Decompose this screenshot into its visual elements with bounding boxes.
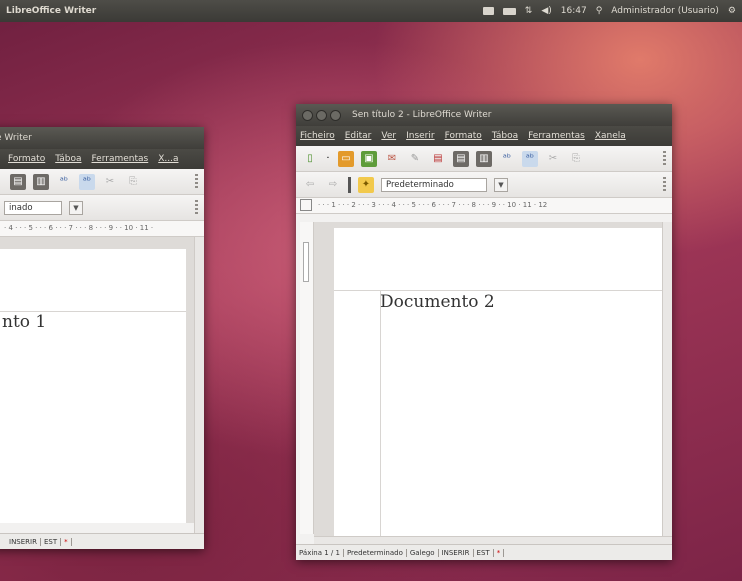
vertical-scrollbar[interactable] bbox=[662, 222, 672, 536]
horizontal-ruler: · · · 1 · · · 2 · · · 3 · · · 4 · · · 5 … bbox=[296, 198, 672, 214]
standard-toolbar: ▯ · ▭ ▣ ✉ ✎ ▤ ▤ ▥ ᵃᵇ ᵃᵇ ✂ ⎘ bbox=[296, 146, 672, 172]
menu-formato[interactable]: Formato bbox=[8, 154, 45, 164]
status-modified[interactable]: * bbox=[494, 548, 505, 557]
spellcheck-icon[interactable]: ᵃᵇ bbox=[499, 151, 515, 167]
text-boundary-top bbox=[334, 290, 662, 291]
toolbar-grip[interactable] bbox=[663, 150, 666, 167]
status-insert-mode[interactable]: INSERIR bbox=[439, 548, 474, 557]
status-selection-mode[interactable]: EST bbox=[474, 548, 494, 557]
copy-icon[interactable]: ⎘ bbox=[125, 174, 141, 190]
document-text[interactable]: nto 1 bbox=[2, 312, 46, 332]
ruler-corner-icon[interactable] bbox=[300, 199, 312, 211]
autospell-icon[interactable]: ᵃᵇ bbox=[79, 173, 95, 190]
new-dropdown-icon[interactable]: · bbox=[325, 151, 331, 167]
document-text[interactable]: Documento 2 bbox=[380, 292, 495, 312]
clock[interactable]: 16:47 bbox=[561, 6, 587, 16]
menubar: Ficheiro Editar Ver Inserir Formato Tábo… bbox=[296, 126, 672, 146]
status-selection-mode[interactable]: EST bbox=[41, 537, 62, 546]
power-icon[interactable]: ⚙ bbox=[728, 6, 736, 16]
edit-file-icon[interactable]: ✎ bbox=[407, 151, 423, 167]
menu-xanela[interactable]: X...a bbox=[158, 154, 178, 164]
vertical-ruler bbox=[300, 222, 314, 534]
user-icon[interactable]: ⚲ bbox=[596, 6, 603, 16]
menubar: Formato Táboa Ferramentas X...a bbox=[0, 149, 204, 169]
active-app-name: LibreOffice Writer bbox=[6, 6, 97, 16]
export-pdf-icon[interactable]: ▤ bbox=[430, 151, 446, 167]
copy-icon[interactable]: ⎘ bbox=[568, 151, 584, 167]
standard-toolbar: ▤ ▥ ᵃᵇ ᵃᵇ ✂ ⎘ bbox=[0, 169, 204, 195]
print-icon[interactable]: ▤ bbox=[453, 150, 469, 167]
document-page[interactable]: Documento 2 bbox=[334, 228, 662, 536]
cut-icon[interactable]: ✂ bbox=[545, 151, 561, 167]
user-name[interactable]: Administrador (Usuario) bbox=[611, 6, 719, 16]
formatting-toolbar: ⇦ ⇨ ✦ Predeterminado ▼ bbox=[296, 172, 672, 198]
text-boundary-left bbox=[380, 290, 381, 536]
spellcheck-icon[interactable]: ᵃᵇ bbox=[56, 174, 72, 190]
window-titlebar[interactable]: e Writer bbox=[0, 127, 204, 149]
horizontal-ruler: · 4 · · · 5 · · · 6 · · · 7 · · · 8 · · … bbox=[0, 221, 204, 237]
window-titlebar[interactable]: Sen título 2 - LibreOffice Writer bbox=[296, 104, 672, 126]
menu-formato[interactable]: Formato bbox=[445, 131, 482, 141]
window-title: e Writer bbox=[0, 133, 32, 143]
status-page-style[interactable]: Predeterminado bbox=[344, 548, 407, 557]
print-preview-icon[interactable]: ▥ bbox=[33, 173, 49, 190]
toolbar-grip[interactable] bbox=[663, 176, 666, 193]
autospell-icon[interactable]: ᵃᵇ bbox=[522, 150, 538, 167]
menu-inserir[interactable]: Inserir bbox=[406, 131, 435, 141]
paragraph-style-box[interactable]: inado bbox=[4, 200, 62, 215]
formatting-toolbar: inado ▼ bbox=[0, 195, 204, 221]
new-document-icon[interactable]: ▯ bbox=[302, 151, 318, 167]
vertical-ruler-marker bbox=[303, 242, 309, 282]
menu-taboa[interactable]: Táboa bbox=[492, 131, 518, 141]
menu-editar[interactable]: Editar bbox=[345, 131, 372, 141]
menu-ver[interactable]: Ver bbox=[381, 131, 396, 141]
volume-icon[interactable]: ◀) bbox=[541, 6, 551, 16]
writer-window-right: Sen título 2 - LibreOffice Writer Fichei… bbox=[296, 104, 672, 560]
writer-window-left: e Writer Formato Táboa Ferramentas X...a… bbox=[0, 127, 204, 549]
mail-icon[interactable] bbox=[482, 7, 494, 15]
menu-taboa[interactable]: Táboa bbox=[55, 154, 81, 164]
ruler-ticks: · 4 · · · 5 · · · 6 · · · 7 · · · 8 · · … bbox=[4, 224, 154, 232]
menu-ferramentas[interactable]: Ferramentas bbox=[92, 154, 149, 164]
style-dropdown-button[interactable]: ▼ bbox=[69, 200, 83, 215]
menu-ficheiro[interactable]: Ficheiro bbox=[300, 131, 335, 141]
toolbar-grip[interactable] bbox=[348, 176, 351, 193]
vertical-scrollbar[interactable] bbox=[194, 237, 204, 533]
back-arrow-icon[interactable]: ⇦ bbox=[302, 177, 318, 193]
email-icon[interactable]: ✉ bbox=[384, 151, 400, 167]
toolbar-grip[interactable] bbox=[195, 199, 198, 216]
maximize-window-icon[interactable] bbox=[330, 109, 341, 121]
status-modified[interactable]: * bbox=[61, 537, 72, 546]
cut-icon[interactable]: ✂ bbox=[102, 174, 118, 190]
save-icon[interactable]: ▣ bbox=[361, 150, 377, 167]
status-bar: INSERIR EST * bbox=[0, 533, 204, 549]
document-page[interactable]: nto 1 bbox=[0, 249, 186, 523]
open-folder-icon[interactable]: ▭ bbox=[338, 150, 354, 167]
top-panel: LibreOffice Writer ⇅ ◀) 16:47 ⚲ Administ… bbox=[0, 0, 742, 22]
window-title: Sen título 2 - LibreOffice Writer bbox=[352, 110, 492, 120]
document-area[interactable]: nto 1 bbox=[0, 237, 194, 523]
status-insert-mode[interactable]: INSERIR bbox=[6, 537, 41, 546]
status-page[interactable]: Páxina 1 / 1 bbox=[296, 548, 344, 557]
status-bar: Páxina 1 / 1 Predeterminado Galego INSER… bbox=[296, 544, 672, 560]
horizontal-scrollbar[interactable] bbox=[314, 536, 672, 544]
minimize-window-icon[interactable] bbox=[316, 109, 327, 121]
print-preview-icon[interactable]: ▥ bbox=[476, 150, 492, 167]
menu-ferramentas[interactable]: Ferramentas bbox=[528, 131, 585, 141]
document-area[interactable]: Documento 2 bbox=[314, 222, 662, 536]
styles-formatting-icon[interactable]: ✦ bbox=[358, 176, 374, 193]
menu-xanela[interactable]: Xanela bbox=[595, 131, 626, 141]
network-icon[interactable]: ⇅ bbox=[525, 6, 533, 16]
close-window-icon[interactable] bbox=[302, 109, 313, 121]
indicator-area: ⇅ ◀) 16:47 ⚲ Administrador (Usuario) ⚙ bbox=[482, 6, 736, 16]
ruler-ticks: · · · 1 · · · 2 · · · 3 · · · 4 · · · 5 … bbox=[318, 201, 548, 209]
forward-arrow-icon[interactable]: ⇨ bbox=[325, 177, 341, 193]
paragraph-style-box[interactable]: Predeterminado bbox=[381, 177, 487, 192]
status-language[interactable]: Galego bbox=[407, 548, 439, 557]
battery-icon[interactable] bbox=[502, 7, 516, 15]
style-dropdown-button[interactable]: ▼ bbox=[494, 177, 508, 192]
print-icon[interactable]: ▤ bbox=[10, 173, 26, 190]
toolbar-grip[interactable] bbox=[195, 173, 198, 190]
